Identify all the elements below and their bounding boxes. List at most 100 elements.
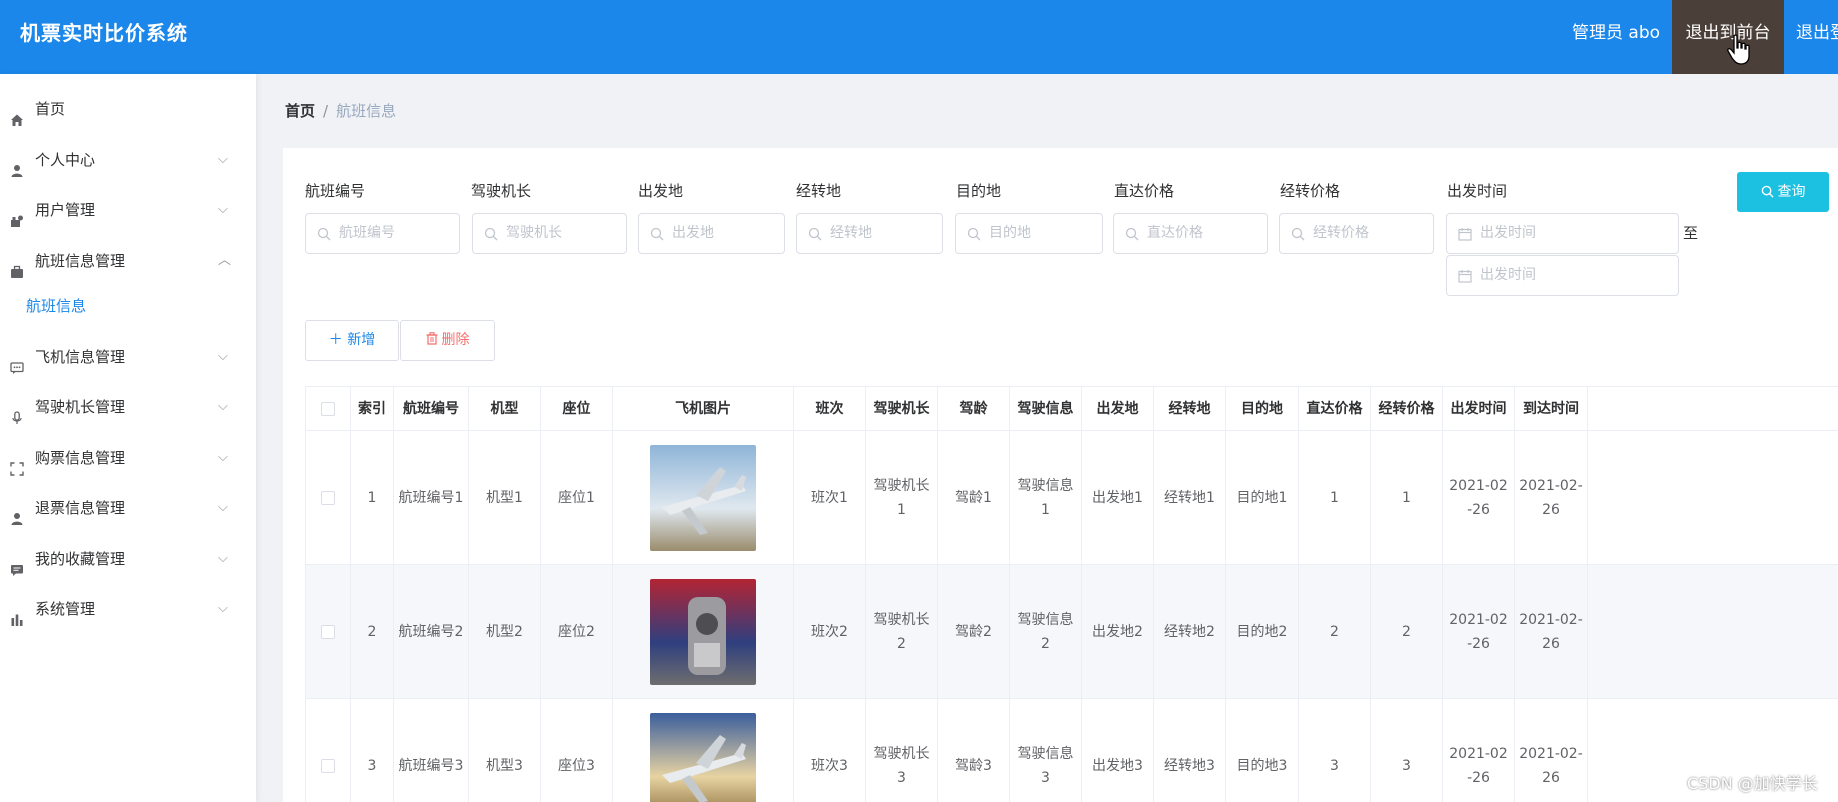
header-cell[interactable]: 班次 bbox=[794, 387, 866, 430]
header-cell[interactable]: 经转价格 bbox=[1371, 387, 1443, 430]
table-row[interactable]: 2 航班编号2 机型2 座位2 班次2 驾驶机长2 驾龄2 驾驶信息2 出发地2 经转地2 目的地2… bbox=[305, 565, 1838, 699]
chevron-down-icon: ⌵ bbox=[218, 152, 228, 167]
table-cell-captain: 驾驶机长2 bbox=[866, 565, 938, 698]
add-button[interactable]: ＋ 新增 bbox=[305, 320, 399, 361]
table-row[interactable]: 1 航班编号1 机型1 座位1 班次1 驾驶机长1 驾龄1 驾驶信息1 出发地1 经转地1 目的地1… bbox=[305, 431, 1838, 565]
header-cell[interactable]: 驾驶机长 bbox=[866, 387, 938, 430]
departure-end-input[interactable]: 出发时间 bbox=[1446, 255, 1679, 296]
sidebar-subitem-flight-info[interactable]: 航班信息 bbox=[0, 286, 256, 326]
header-cell[interactable]: 机型 bbox=[469, 387, 541, 430]
search-icon bbox=[1291, 227, 1305, 241]
breadcrumb-home[interactable]: 首页 bbox=[285, 102, 315, 120]
watermark: CSDN @加快学长 bbox=[1687, 774, 1818, 793]
delete-button[interactable]: 删除 bbox=[400, 320, 495, 361]
table-cell-via-price: 1 bbox=[1371, 431, 1443, 564]
sidebar-item-6[interactable]: 驾驶机长管理 ⌵ bbox=[0, 387, 256, 427]
sidebar-item-2[interactable]: 用户管理 ⌵ bbox=[0, 190, 256, 230]
sidebar-item-3[interactable]: 航班信息管理 ︿ bbox=[0, 241, 256, 281]
app-title: 机票实时比价系统 bbox=[20, 21, 188, 45]
filter-input-2[interactable]: 出发地 bbox=[638, 213, 785, 254]
table-cell-via: 经转地2 bbox=[1154, 565, 1226, 698]
header-cell[interactable]: 到达时间 bbox=[1515, 387, 1588, 430]
table-cell-model: 机型3 bbox=[469, 699, 541, 802]
input-placeholder: 经转地 bbox=[830, 225, 872, 241]
sidebar-item-5[interactable]: 飞机信息管理 ⌵ bbox=[0, 337, 256, 377]
search-icon bbox=[317, 227, 331, 241]
logout-button[interactable]: 退出登录 bbox=[1784, 0, 1838, 74]
table-cell-from: 出发地1 bbox=[1082, 431, 1154, 564]
chevron-up-icon: ︿ bbox=[218, 253, 232, 268]
filter-input-6[interactable]: 经转价格 bbox=[1279, 213, 1434, 254]
select-all-checkbox[interactable] bbox=[321, 401, 335, 416]
table-cell-direct-price: 2 bbox=[1299, 565, 1371, 698]
chevron-down-icon: ⌵ bbox=[218, 500, 228, 515]
table-cell-years: 驾龄1 bbox=[938, 431, 1010, 564]
filter-input-3[interactable]: 经转地 bbox=[796, 213, 943, 254]
table-cell-index: 3 bbox=[351, 699, 394, 802]
header-cell[interactable]: 直达价格 bbox=[1299, 387, 1371, 430]
header-cell[interactable]: 出发地 bbox=[1082, 387, 1154, 430]
filter-label: 出发时间 bbox=[1447, 182, 1508, 200]
row-checkbox[interactable] bbox=[321, 490, 335, 505]
header-cell[interactable]: 出发时间 bbox=[1443, 387, 1515, 430]
header-cell[interactable]: 目的地 bbox=[1226, 387, 1299, 430]
row-select-cell bbox=[306, 431, 351, 564]
table-cell-via: 经转地3 bbox=[1154, 699, 1226, 802]
search-icon bbox=[1125, 227, 1139, 241]
search-button[interactable]: 查询 bbox=[1737, 172, 1829, 212]
filter-input-0[interactable]: 航班编号 bbox=[305, 213, 460, 254]
sidebar-item-7[interactable]: 购票信息管理 ⌵ bbox=[0, 438, 256, 478]
filter-label: 出发地 bbox=[638, 182, 684, 200]
table-cell-shift: 班次1 bbox=[794, 431, 866, 564]
header-cell[interactable]: 驾驶信息 bbox=[1010, 387, 1082, 430]
table-cell-depart: 2021-02-26 bbox=[1443, 699, 1515, 802]
header-cell[interactable]: 飞机图片 bbox=[613, 387, 794, 430]
filter-input-1[interactable]: 驾驶机长 bbox=[472, 213, 627, 254]
search-icon bbox=[808, 227, 822, 241]
search-button-label: 查询 bbox=[1777, 184, 1806, 200]
sidebar-item-0[interactable]: 首页 bbox=[0, 89, 256, 129]
plane-photo-cell bbox=[613, 699, 794, 802]
comment-icon bbox=[10, 552, 24, 576]
table-cell-shift: 班次3 bbox=[794, 699, 866, 802]
chevron-down-icon: ⌵ bbox=[218, 551, 228, 566]
frame-icon bbox=[10, 451, 24, 476]
chart-icon bbox=[10, 602, 24, 626]
header-cell[interactable]: 经转地 bbox=[1154, 387, 1226, 430]
breadcrumb-current: 航班信息 bbox=[336, 102, 397, 120]
sidebar-item-1[interactable]: 个人中心 ⌵ bbox=[0, 140, 256, 180]
header-cell[interactable]: 航班编号 bbox=[394, 387, 469, 430]
plane-photo-2[interactable] bbox=[650, 578, 756, 685]
filter-input-4[interactable]: 目的地 bbox=[955, 213, 1103, 254]
row-checkbox[interactable] bbox=[321, 758, 335, 773]
sidebar-item-label: 个人中心 bbox=[35, 151, 96, 169]
table-cell-arrive: 2021-02-26 bbox=[1515, 565, 1588, 698]
sidebar-subitem-label: 航班信息 bbox=[26, 297, 87, 315]
table-row[interactable]: 3 航班编号3 机型3 座位3 班次3 驾驶机长3 驾龄3 驾驶信息3 出发地3 经转地3 目的地3… bbox=[305, 699, 1838, 802]
sidebar-item-10[interactable]: 系统管理 ⌵ bbox=[0, 589, 256, 629]
departure-start-input[interactable]: 出发时间 bbox=[1446, 213, 1679, 254]
filter-input-5[interactable]: 直达价格 bbox=[1113, 213, 1268, 254]
table-cell-depart: 2021-02-26 bbox=[1443, 565, 1515, 698]
plane-photo-3[interactable] bbox=[650, 712, 756, 802]
input-placeholder: 目的地 bbox=[989, 225, 1031, 241]
table-cell-index: 1 bbox=[351, 431, 394, 564]
header-cell[interactable]: 索引 bbox=[351, 387, 394, 430]
breadcrumb: 首页 / 航班信息 bbox=[285, 98, 396, 124]
table-cell-info: 驾驶信息2 bbox=[1010, 565, 1082, 698]
plane-photo-1[interactable] bbox=[650, 444, 756, 551]
sidebar-item-label: 用户管理 bbox=[35, 201, 96, 219]
input-placeholder: 航班编号 bbox=[339, 225, 395, 241]
header-cell[interactable]: 驾龄 bbox=[938, 387, 1010, 430]
chevron-down-icon: ⌵ bbox=[218, 450, 228, 465]
sidebar-item-label: 航班信息管理 bbox=[35, 252, 126, 270]
input-placeholder: 直达价格 bbox=[1147, 225, 1203, 241]
header-cell[interactable]: 座位 bbox=[541, 387, 613, 430]
sidebar-item-9[interactable]: 我的收藏管理 ⌵ bbox=[0, 539, 256, 579]
row-checkbox[interactable] bbox=[321, 624, 335, 639]
table-cell-depart: 2021-02-26 bbox=[1443, 431, 1515, 564]
table-cell-via-price: 3 bbox=[1371, 699, 1443, 802]
sidebar-item-8[interactable]: 退票信息管理 ⌵ bbox=[0, 488, 256, 528]
input-placeholder: 经转价格 bbox=[1313, 225, 1369, 241]
person-icon bbox=[10, 501, 24, 525]
